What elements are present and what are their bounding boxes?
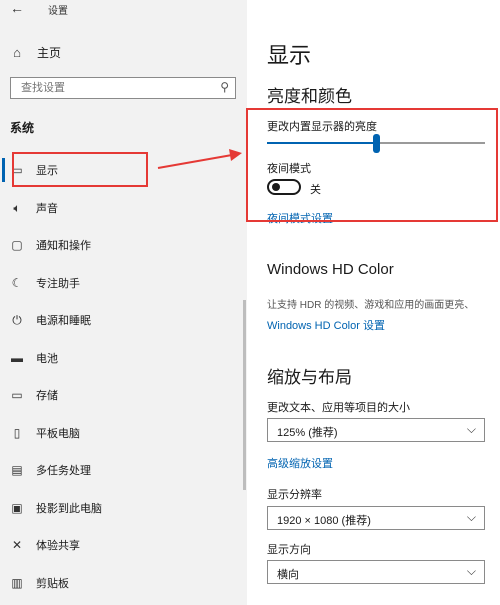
sidebar-item-storage[interactable]: ▭ 存储 <box>0 383 247 407</box>
share-icon: ✕ <box>11 538 23 552</box>
sidebar-item-share[interactable]: ✕ 体验共享 <box>0 533 247 557</box>
storage-icon: ▭ <box>11 388 23 402</box>
page-title: 显示 <box>267 43 312 68</box>
title-bar: ← 设置 <box>0 0 247 20</box>
sidebar: ← 设置 ⌂ 主页 ⚲ 系统 ▭ 显示 🔈︎ 声音 ▢ 通知和操作 ☾ 专注助手… <box>0 0 247 605</box>
sidebar-item-multitask[interactable]: ▤ 多任务处理 <box>0 458 247 482</box>
sidebar-item-label: 电源和睡眠 <box>36 315 91 327</box>
search-box[interactable]: ⚲ <box>10 77 236 99</box>
annotation-highlight-display <box>12 152 148 187</box>
multitask-icon: ▤ <box>11 463 23 477</box>
main-panel: 显示 亮度和颜色 更改内置显示器的亮度 夜间模式 关 夜间模式设置 Window… <box>247 0 500 605</box>
sidebar-item-label: 剪贴板 <box>36 578 69 590</box>
speaker-icon: 🔈︎ <box>13 200 21 215</box>
chevron-down-icon: ⌵ <box>466 564 476 578</box>
back-arrow-icon[interactable]: ← <box>10 0 24 16</box>
sidebar-item-power[interactable]: ⏻ 电源和睡眠 <box>0 308 247 332</box>
sidebar-item-notifications[interactable]: ▢ 通知和操作 <box>0 233 247 257</box>
search-icon[interactable]: ⚲ <box>220 80 229 94</box>
scale-heading: 缩放与布局 <box>267 368 352 387</box>
scale-value: 125% (推荐) <box>277 427 338 439</box>
resolution-label: 显示分辨率 <box>267 489 322 501</box>
sidebar-item-label: 专注助手 <box>36 278 80 290</box>
sidebar-item-home[interactable]: ⌂ 主页 <box>0 40 247 64</box>
sidebar-item-label: 体验共享 <box>36 540 80 552</box>
home-label: 主页 <box>37 45 62 60</box>
hdr-heading: Windows HD Color <box>267 261 394 278</box>
sidebar-item-project[interactable]: ▣ 投影到此电脑 <box>0 496 247 520</box>
project-icon: ▣ <box>11 501 23 515</box>
annotation-arrow <box>157 149 242 169</box>
notification-icon: ▢ <box>11 238 23 252</box>
orientation-label: 显示方向 <box>267 544 311 556</box>
moon-icon: ☾ <box>11 276 23 290</box>
resolution-value: 1920 × 1080 (推荐) <box>277 515 371 527</box>
scale-dropdown[interactable]: 125% (推荐) ⌵ <box>267 418 485 442</box>
section-label: 系统 <box>10 121 35 135</box>
tablet-icon: ▯ <box>13 426 21 440</box>
window-title: 设置 <box>48 6 68 17</box>
sidebar-item-label: 存储 <box>36 390 58 402</box>
annotation-highlight-brightness <box>246 108 498 222</box>
orientation-value: 横向 <box>277 569 299 581</box>
brightness-heading: 亮度和颜色 <box>267 87 352 106</box>
sidebar-item-label: 声音 <box>36 203 58 215</box>
power-icon: ⏻ <box>12 312 22 327</box>
sidebar-item-label: 多任务处理 <box>36 465 91 477</box>
hdr-settings-link[interactable]: Windows HD Color 设置 <box>267 317 385 333</box>
chevron-down-icon: ⌵ <box>466 422 476 436</box>
sidebar-item-label: 投影到此电脑 <box>36 503 102 515</box>
resolution-dropdown[interactable]: 1920 × 1080 (推荐) ⌵ <box>267 506 485 530</box>
battery-icon: ▬ <box>11 351 23 365</box>
sidebar-item-clipboard[interactable]: ▥ 剪贴板 <box>0 571 247 595</box>
advanced-scaling-link[interactable]: 高级缩放设置 <box>267 455 333 471</box>
scale-label: 更改文本、应用等项目的大小 <box>267 402 410 414</box>
home-icon: ⌂ <box>13 44 21 60</box>
sidebar-item-battery[interactable]: ▬ 电池 <box>0 346 247 370</box>
chevron-down-icon: ⌵ <box>466 510 476 524</box>
hdr-description: 让支持 HDR 的视频、游戏和应用的画面更亮、 <box>267 300 475 311</box>
sidebar-item-focus[interactable]: ☾ 专注助手 <box>0 271 247 295</box>
clipboard-icon: ▥ <box>11 576 23 590</box>
sidebar-item-label: 平板电脑 <box>36 428 80 440</box>
search-input[interactable] <box>11 78 211 98</box>
sidebar-scrollbar[interactable] <box>243 300 246 490</box>
sidebar-item-label: 电池 <box>36 353 58 365</box>
orientation-dropdown[interactable]: 横向 ⌵ <box>267 560 485 584</box>
sidebar-item-label: 通知和操作 <box>36 240 91 252</box>
sidebar-item-sound[interactable]: 🔈︎ 声音 <box>0 196 247 220</box>
sidebar-item-tablet[interactable]: ▯ 平板电脑 <box>0 421 247 445</box>
